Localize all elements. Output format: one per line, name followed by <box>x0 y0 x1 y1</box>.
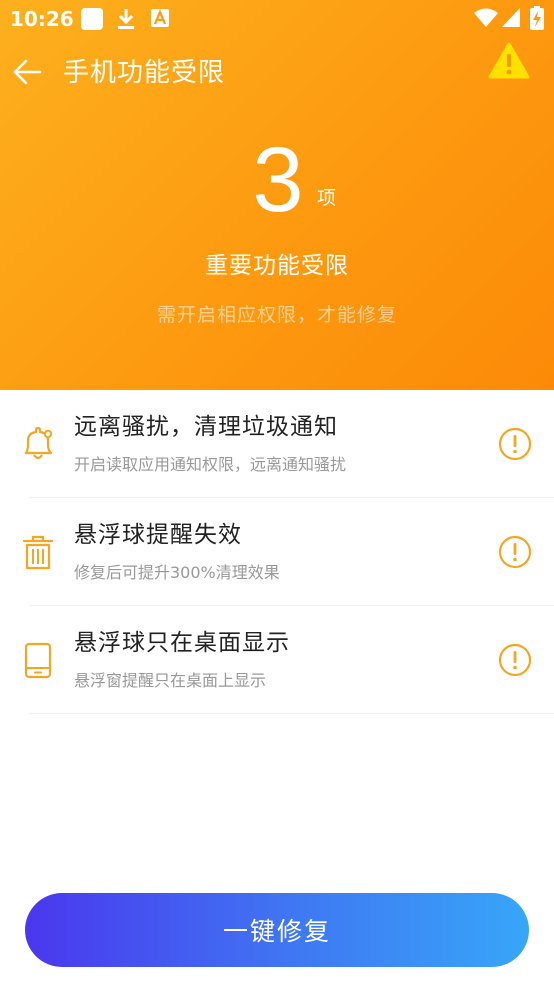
battery-charging-icon <box>530 6 544 30</box>
permission-list: 远离骚扰，清理垃圾通知 开启读取应用通知权限，远离通知骚扰 悬浮球提醒失效 修复… <box>0 390 554 714</box>
divider <box>30 713 554 714</box>
alert-circle-icon <box>498 643 532 677</box>
bell-icon <box>24 426 53 460</box>
list-item-desktop-only[interactable]: 悬浮球只在桌面显示 悬浮窗提醒只在桌面上显示 <box>0 606 554 714</box>
back-arrow-icon[interactable] <box>12 58 44 86</box>
keyboard-a-icon <box>151 9 169 27</box>
tablet-icon <box>24 642 52 679</box>
alert-circle-icon <box>498 535 532 569</box>
item-desc: 悬浮窗提醒只在桌面上显示 <box>74 671 267 690</box>
item-title: 悬浮球只在桌面显示 <box>74 630 290 656</box>
list-item-float-ball[interactable]: 悬浮球提醒失效 修复后可提升300%清理效果 <box>0 498 554 606</box>
item-desc: 修复后可提升300%清理效果 <box>74 563 280 582</box>
warning-icon[interactable] <box>488 42 530 80</box>
count-unit: 项 <box>317 187 337 209</box>
download-icon <box>118 9 134 29</box>
navbar: 手机功能受限 <box>0 42 554 98</box>
item-title: 悬浮球提醒失效 <box>74 522 242 548</box>
list-item-notification[interactable]: 远离骚扰，清理垃圾通知 开启读取应用通知权限，远离通知骚扰 <box>0 390 554 498</box>
item-title: 远离骚扰，清理垃圾通知 <box>74 414 338 440</box>
one-click-fix-button[interactable]: 一键修复 <box>25 893 529 967</box>
page-title: 手机功能受限 <box>63 58 226 88</box>
signal-icon <box>502 8 520 27</box>
header-banner: 10:26 手机功能受限 3 项 重要功能受限 需开启相应权限，才能修复 <box>0 0 554 390</box>
trash-icon <box>22 535 54 570</box>
item-desc: 开启读取应用通知权限，远离通知骚扰 <box>74 455 347 474</box>
limited-count: 3 项 <box>0 130 554 240</box>
status-bar: 10:26 <box>0 0 554 38</box>
status-time: 10:26 <box>10 7 74 31</box>
app-square-icon <box>81 8 103 30</box>
hint-text: 需开启相应权限，才能修复 <box>156 304 397 326</box>
count-number: 3 <box>252 129 304 231</box>
alert-circle-icon <box>498 427 532 461</box>
wifi-icon <box>474 8 498 27</box>
subtitle: 重要功能受限 <box>205 253 349 279</box>
